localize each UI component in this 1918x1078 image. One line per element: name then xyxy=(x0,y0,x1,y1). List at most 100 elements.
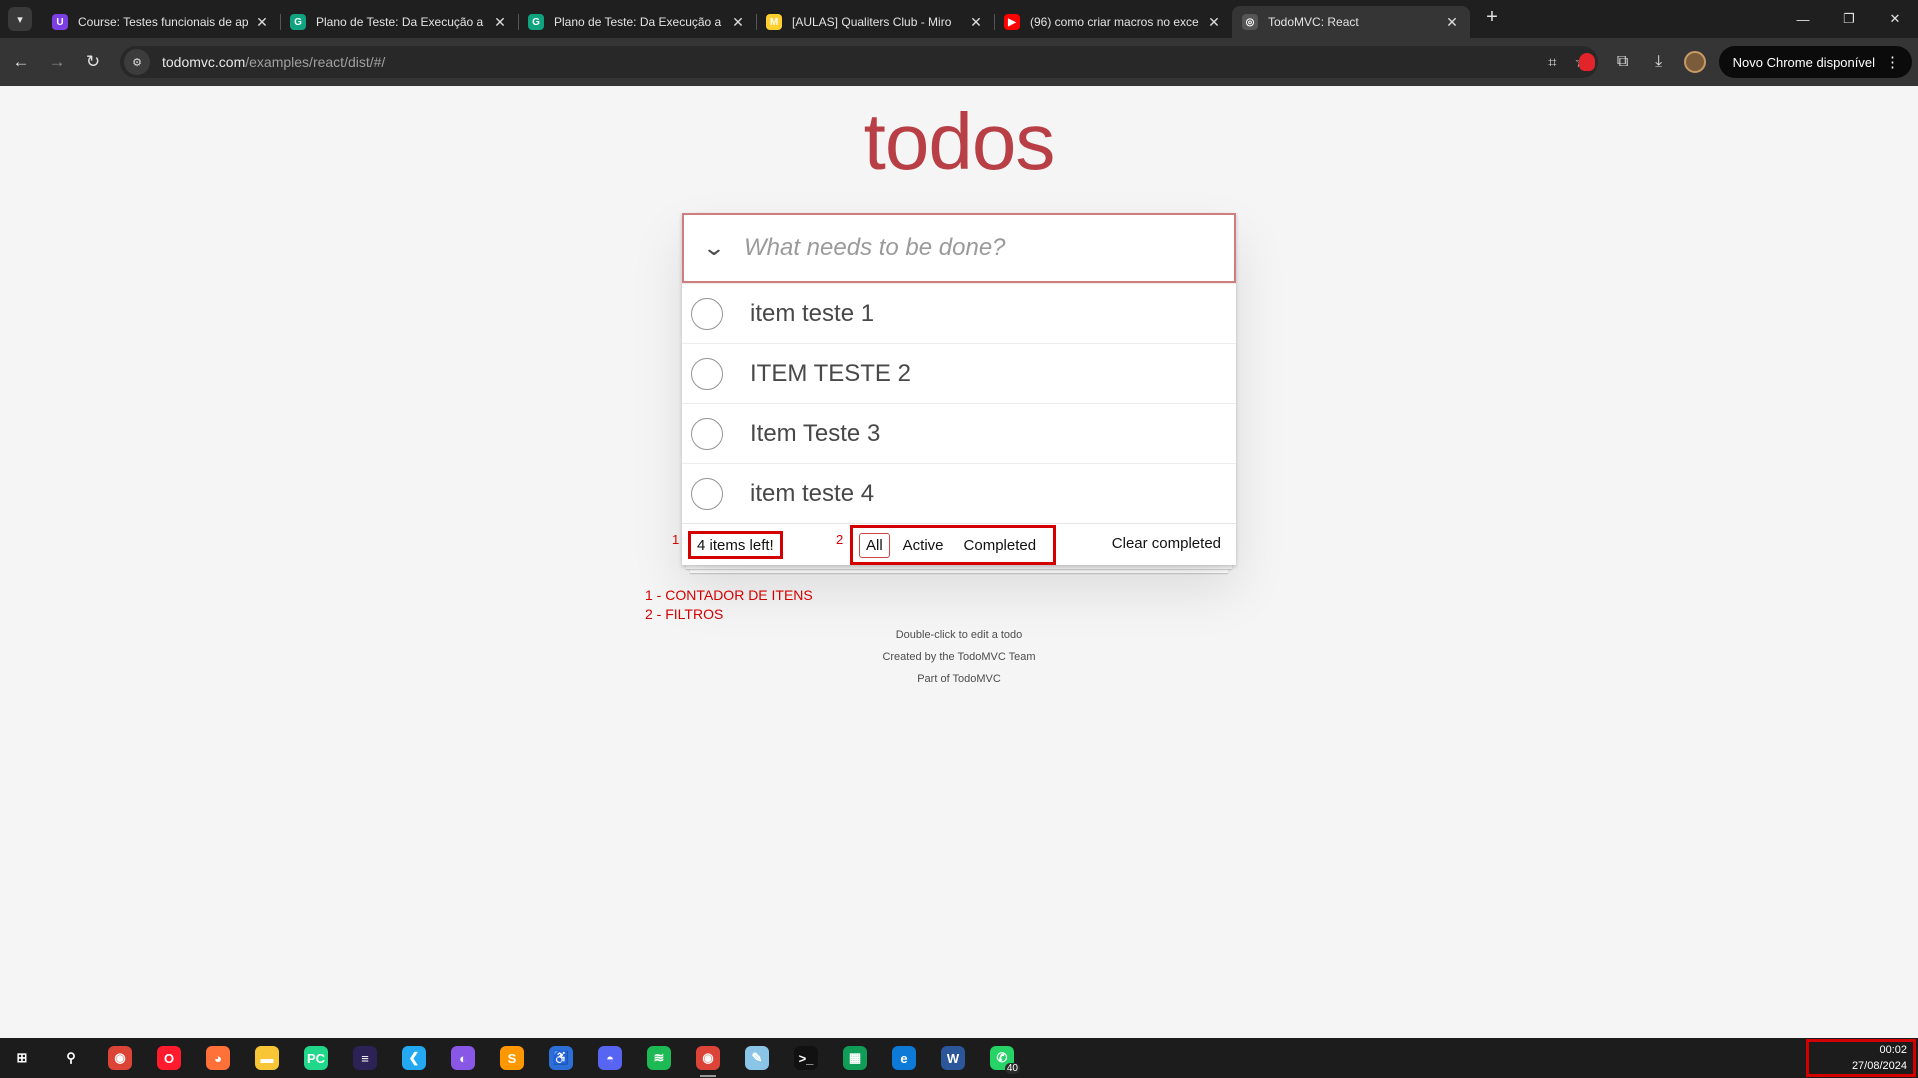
filter-all[interactable]: All xyxy=(859,532,890,558)
minimize-icon[interactable]: — xyxy=(1780,0,1826,38)
close-tab-icon[interactable]: ✕ xyxy=(1444,14,1460,31)
todo-list: item teste 1 ITEM TESTE 2 Item Teste 3 item… xyxy=(682,283,1236,523)
taskbar-app[interactable]: ✆ 40 xyxy=(982,1038,1022,1078)
address-bar[interactable]: ⚙ todomvc.com/examples/react/dist/#/ ⌗ ☆ xyxy=(120,46,1598,78)
close-window-icon[interactable]: ✕ xyxy=(1872,0,1918,38)
taskbar-app[interactable]: ≋ xyxy=(639,1038,679,1078)
tab-title: Plano de Teste: Da Execução a A xyxy=(316,15,486,29)
url-path: /examples/react/dist/#/ xyxy=(245,54,386,70)
todo-footer: 4 items left! All Active Completed Clear c… xyxy=(682,523,1236,565)
tab-title: TodoMVC: React xyxy=(1268,15,1359,29)
file-explorer-icon: ▬ xyxy=(255,1046,279,1070)
todo-checkbox[interactable] xyxy=(691,417,723,450)
github-desktop-icon: ◐ xyxy=(451,1046,475,1070)
taskbar-app[interactable]: ▬ xyxy=(247,1038,287,1078)
browser-tab[interactable]: M [AULAS] Qualiters Club - Miro ✕ xyxy=(756,6,994,38)
todo-item[interactable]: item teste 4 xyxy=(682,463,1236,523)
terminal-icon: >_ xyxy=(794,1046,818,1070)
clear-completed-button[interactable]: Clear completed xyxy=(1112,535,1221,552)
restore-icon[interactable]: ❐ xyxy=(1826,0,1872,38)
browser-tab[interactable]: ◎ TodoMVC: React ✕ xyxy=(1232,6,1470,38)
info-line-credits[interactable]: Created by the TodoMVC Team xyxy=(0,646,1918,668)
taskbar-app[interactable]: ◉ xyxy=(688,1038,728,1078)
taskbar-app[interactable]: ≡ xyxy=(345,1038,385,1078)
close-tab-icon[interactable]: ✕ xyxy=(492,14,508,31)
todo-item[interactable]: item teste 1 xyxy=(682,283,1236,343)
taskbar-app[interactable]: ◐ xyxy=(443,1038,483,1078)
taskbar-app[interactable]: ⊞ xyxy=(2,1038,42,1078)
taskbar-app[interactable]: ▦ xyxy=(835,1038,875,1078)
taskbar-app[interactable]: >_ xyxy=(786,1038,826,1078)
close-tab-icon[interactable]: ✕ xyxy=(968,14,984,31)
close-tab-icon[interactable]: ✕ xyxy=(730,14,746,31)
reload-icon[interactable]: ↻ xyxy=(76,45,110,79)
system-clock[interactable]: 00:02 27/08/2024 xyxy=(1806,1039,1916,1077)
taskbar-app[interactable]: ✎ xyxy=(737,1038,777,1078)
taskbar-app[interactable]: W xyxy=(933,1038,973,1078)
url-text[interactable]: todomvc.com/examples/react/dist/#/ xyxy=(162,54,385,70)
miro-icon: M xyxy=(766,14,782,30)
tabs: U Course: Testes funcionais de ap ✕ G Plano … xyxy=(42,0,1470,38)
search-icon: ⚲ xyxy=(59,1046,83,1070)
vscode-icon: ❮ xyxy=(402,1046,426,1070)
close-tab-icon[interactable]: ✕ xyxy=(254,14,270,31)
annotation-note-1: 1 - CONTADOR DE ITENS xyxy=(645,587,813,603)
todo-item[interactable]: Item Teste 3 xyxy=(682,403,1236,463)
download-icon[interactable]: ⤓ xyxy=(1641,44,1677,80)
todo-label[interactable]: Item Teste 3 xyxy=(750,420,880,448)
browser-toolbar: ← → ↻ ⚙ todomvc.com/examples/react/dist/… xyxy=(0,38,1918,86)
taskbar-app[interactable]: PC xyxy=(296,1038,336,1078)
chrome-profile-icon: ◉ xyxy=(696,1046,720,1070)
new-todo-input[interactable] xyxy=(744,234,1204,262)
annotation-notes: 1 - CONTADOR DE ITENS 2 - FILTROS xyxy=(645,586,813,624)
filter-completed[interactable]: Completed xyxy=(957,533,1044,558)
taskbar-app[interactable]: ❮ xyxy=(394,1038,434,1078)
clock-time: 00:02 xyxy=(1879,1044,1907,1056)
taskbar-app[interactable]: e xyxy=(884,1038,924,1078)
clock-date: 27/08/2024 xyxy=(1851,1060,1907,1072)
info-line-part-of[interactable]: Part of TodoMVC xyxy=(0,668,1918,690)
todo-label[interactable]: ITEM TESTE 2 xyxy=(750,360,911,388)
chrome-update-button[interactable]: Novo Chrome disponível ⋮ xyxy=(1718,46,1912,78)
tab-search-chevron-icon[interactable]: ▾ xyxy=(8,7,32,31)
taskbar-app[interactable]: ⚲ xyxy=(51,1038,91,1078)
taskbar-app[interactable]: ◉ xyxy=(100,1038,140,1078)
profile-avatar-icon[interactable] xyxy=(1677,44,1713,80)
forward-arrow-icon[interactable]: → xyxy=(40,45,74,79)
page-title: todos xyxy=(863,97,1056,186)
browser-tab[interactable]: G Plano de Teste: Da Execução a A ✕ xyxy=(280,6,518,38)
toolbar-right: ⧉ ⤓ Novo Chrome disponível ⋮ xyxy=(1569,38,1912,86)
browser-tab[interactable]: G Plano de Teste: Da Execução a A ✕ xyxy=(518,6,756,38)
windows-start-icon: ⊞ xyxy=(10,1046,34,1070)
browser-tab[interactable]: ▶ (96) como criar macros no exce ✕ xyxy=(994,6,1232,38)
filters: All Active Completed xyxy=(850,525,1056,565)
filter-active[interactable]: Active xyxy=(896,533,951,558)
todo-app: ⌄ item teste 1ITEM TESTE 2Item Teste 3it… xyxy=(682,213,1236,565)
taskbar-app[interactable]: O xyxy=(149,1038,189,1078)
extensions-puzzle-icon[interactable]: ⧉ xyxy=(1605,44,1641,80)
todo-item[interactable]: ITEM TESTE 2 xyxy=(682,343,1236,403)
browser-tab-strip: ▾ U Course: Testes funcionais de ap ✕ G Plan… xyxy=(0,0,1918,38)
site-info-icon[interactable]: ⚙ xyxy=(124,49,150,75)
annotation-note-2: 2 - FILTROS xyxy=(645,606,724,622)
taskbar-app[interactable]: ◕ xyxy=(198,1038,238,1078)
pycharm-icon: PC xyxy=(304,1046,328,1070)
back-arrow-icon[interactable]: ← xyxy=(4,45,38,79)
todo-checkbox[interactable] xyxy=(691,477,723,510)
translate-icon[interactable]: ⌗ xyxy=(1548,54,1556,71)
browser-tab[interactable]: U Course: Testes funcionais de ap ✕ xyxy=(42,6,280,38)
new-tab-button[interactable]: + xyxy=(1478,3,1506,31)
taskbar-app[interactable]: S xyxy=(492,1038,532,1078)
taskbar-app[interactable]: ♿ xyxy=(541,1038,581,1078)
todo-label[interactable]: item teste 4 xyxy=(750,480,874,508)
toggle-all-chevron-icon[interactable]: ⌄ xyxy=(685,235,742,261)
close-tab-icon[interactable]: ✕ xyxy=(1206,14,1222,31)
youtube-icon: ▶ xyxy=(1004,14,1020,30)
todo-checkbox[interactable] xyxy=(691,297,723,330)
extension-red-icon[interactable] xyxy=(1569,44,1605,80)
taskbar-app[interactable]: ◓ xyxy=(590,1038,630,1078)
todo-label[interactable]: item teste 1 xyxy=(750,300,874,328)
todo-checkbox[interactable] xyxy=(691,357,723,390)
chatgpt-icon: G xyxy=(528,14,544,30)
chatgpt-icon: G xyxy=(290,14,306,30)
